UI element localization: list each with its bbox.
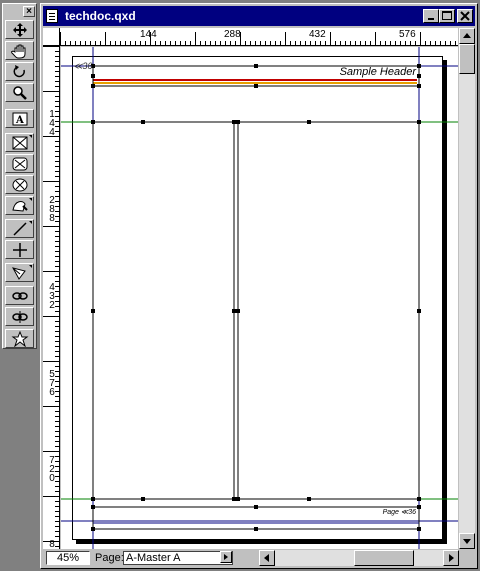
v-ruler-label: 5 7 6 (49, 369, 55, 398)
page-label: Page: (95, 552, 124, 564)
pasteboard[interactable]: ≪36 Sample Header Page ≪36 (61, 47, 458, 549)
star-tool[interactable] (5, 329, 34, 348)
arrow-left-icon (264, 554, 269, 562)
resize-grip[interactable] (459, 550, 475, 566)
unlink-icon (12, 311, 28, 323)
page-layout (61, 47, 458, 549)
rotate-icon (13, 65, 25, 78)
hand-icon (11, 44, 26, 59)
oval-picture-icon (12, 178, 28, 192)
star-icon (11, 331, 29, 347)
picture-box-tool[interactable] (5, 133, 34, 152)
footer-text: Page ≪36 (382, 509, 416, 516)
vertical-ruler[interactable]: 1 4 4 2 8 8 4 3 2 5 7 6 7 2 0 8 (43, 46, 60, 549)
maximize-icon (442, 11, 452, 20)
move-arrows-icon (13, 23, 27, 37)
content-tool[interactable] (5, 41, 34, 60)
text-box-tool[interactable]: A (5, 109, 34, 128)
close-icon (460, 11, 470, 21)
title-bar[interactable]: techdoc.qxd (43, 6, 475, 26)
selection-handles (91, 64, 421, 531)
h-ruler-label: 576 (399, 29, 416, 40)
h-ruler-label: 288 (224, 29, 241, 40)
header-text: Sample Header (339, 66, 416, 78)
v-ruler-label: 8 (49, 539, 55, 550)
horizontal-scroll-thumb[interactable] (354, 550, 414, 566)
magnifier-icon (13, 86, 27, 100)
page-selector-arrow[interactable] (220, 551, 232, 563)
svg-text:A: A (15, 115, 24, 126)
linking-tool[interactable] (5, 286, 34, 305)
vertical-scroll-thumb[interactable] (459, 44, 475, 74)
v-ruler-label: 1 4 4 (49, 109, 55, 138)
ruler-origin[interactable] (43, 28, 60, 46)
scroll-up-button[interactable] (459, 28, 475, 44)
minimize-icon (428, 18, 434, 20)
horizontal-ruler[interactable]: 144 288 432 576 (60, 28, 458, 46)
vertical-scrollbar[interactable] (459, 28, 475, 549)
rect-picture-icon (12, 157, 28, 171)
orthogonal-line-tool[interactable] (5, 240, 34, 259)
zoom-field[interactable]: 45% (46, 551, 90, 565)
rect-picture-tool[interactable] (5, 154, 34, 173)
line-tool[interactable] (5, 219, 34, 238)
unlinking-tool[interactable] (5, 307, 34, 326)
arrow-down-icon (463, 539, 471, 544)
arrow-right-icon (224, 554, 228, 560)
close-button[interactable] (457, 9, 473, 23)
v-ruler-label: 4 3 2 (49, 282, 55, 311)
link-icon (12, 292, 28, 300)
maximize-button[interactable] (439, 9, 455, 23)
arrow-right-icon (449, 554, 454, 562)
oval-picture-tool[interactable] (5, 175, 34, 194)
window-title: techdoc.qxd (65, 9, 136, 23)
scroll-left-button[interactable] (259, 550, 275, 566)
document-window: techdoc.qxd 144 288 432 576 1 4 4 2 8 8 … (40, 3, 478, 569)
minimize-button[interactable] (423, 9, 439, 23)
horizontal-scrollbar[interactable] (259, 550, 459, 566)
bezier-picture-icon (12, 201, 28, 212)
bezier-picture-tool[interactable] (5, 196, 34, 215)
item-tool[interactable] (5, 20, 34, 39)
zoom-tool[interactable] (5, 83, 34, 102)
page-selector-value: A-Master A (126, 552, 181, 564)
scroll-right-button[interactable] (443, 550, 459, 566)
palette-close-button[interactable]: × (23, 6, 35, 17)
column-box-right[interactable] (237, 121, 420, 500)
pen-icon (12, 267, 26, 280)
h-ruler-label: 432 (309, 29, 326, 40)
rotation-tool[interactable] (5, 62, 34, 81)
tool-palette: × A (2, 3, 37, 349)
line-icon (13, 222, 27, 236)
cross-line-icon (13, 243, 27, 257)
arrow-up-icon (463, 33, 471, 38)
scroll-down-button[interactable] (459, 533, 475, 549)
v-ruler-label: 2 8 8 (49, 195, 55, 224)
document-icon (46, 9, 58, 23)
h-ruler-label: 144 (140, 29, 157, 40)
status-bar: 45% Page: A-Master A (43, 550, 259, 566)
v-ruler-label: 7 2 0 (49, 455, 55, 484)
page-selector[interactable]: A-Master A (123, 551, 233, 565)
text-box-icon: A (12, 112, 28, 126)
picture-box-icon (12, 136, 28, 150)
column-box-left[interactable] (92, 121, 235, 500)
pen-tool[interactable] (5, 263, 34, 282)
